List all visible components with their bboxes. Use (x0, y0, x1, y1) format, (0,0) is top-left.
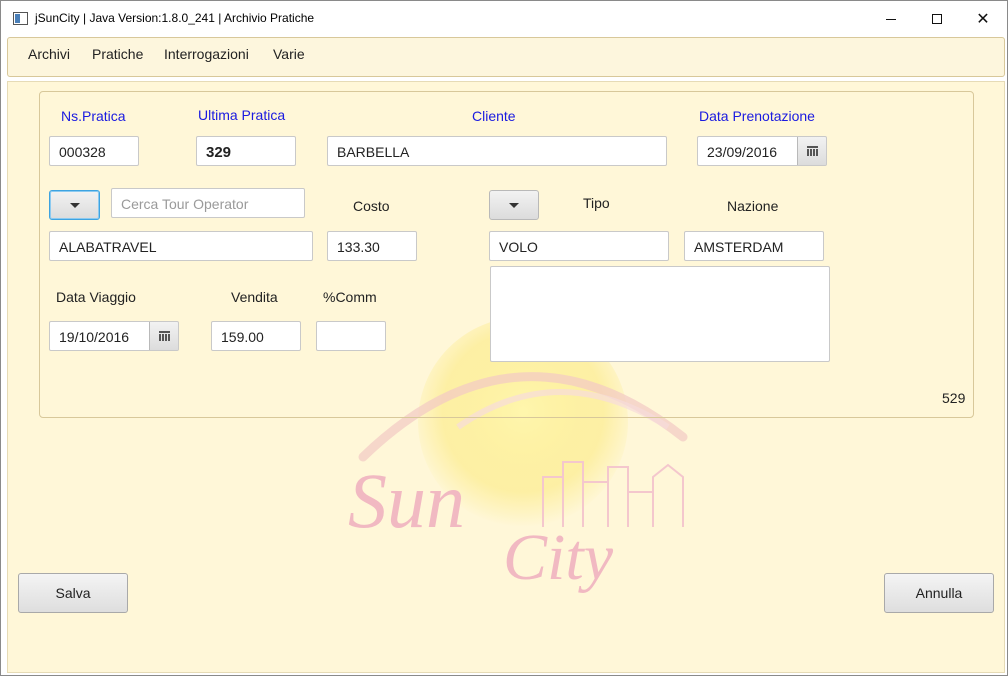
menu-bar: Archivi Pratiche Interrogazioni Varie (7, 37, 1005, 77)
chevron-down-icon (509, 202, 519, 208)
menu-archivi[interactable]: Archivi (24, 46, 74, 62)
minimize-icon (886, 18, 896, 20)
close-button[interactable]: ✕ (960, 1, 1006, 37)
tipo-field[interactable]: VOLO (489, 231, 669, 261)
menu-interrogazioni[interactable]: Interrogazioni (160, 46, 253, 62)
costo-label: Costo (353, 198, 390, 214)
tour-operator-search-input[interactable]: Cerca Tour Operator (111, 188, 305, 218)
chevron-down-icon (69, 202, 80, 208)
calendar-icon (806, 146, 818, 156)
vendita-field[interactable]: 159.00 (211, 321, 301, 351)
data-prenotazione-calendar-button[interactable] (797, 137, 826, 165)
ns-pratica-field[interactable]: 000328 (49, 136, 139, 166)
watermark-text-city: City (503, 521, 614, 594)
vendita-label: Vendita (231, 289, 278, 305)
pratica-form-group: Ns.Pratica 000328 Ultima Pratica 329 Cli… (39, 91, 974, 418)
tour-operator-field[interactable]: ALABATRAVEL (49, 231, 313, 261)
costo-field[interactable]: 133.30 (327, 231, 417, 261)
comm-field[interactable] (316, 321, 386, 351)
maximize-icon (932, 14, 942, 24)
comm-label: %Comm (323, 289, 377, 305)
calendar-icon (158, 331, 170, 341)
ultima-pratica-label: Ultima Pratica (198, 107, 286, 123)
main-panel: Sun City Ns.Pratica 000328 Ultima Pratic… (7, 81, 1005, 673)
nazione-label: Nazione (727, 198, 779, 214)
menu-pratiche[interactable]: Pratiche (88, 46, 147, 62)
tipo-label: Tipo (583, 195, 610, 211)
cancel-button[interactable]: Annulla (884, 573, 994, 613)
tour-operator-dropdown[interactable] (49, 190, 100, 220)
data-prenotazione-label: Data Prenotazione (699, 108, 815, 124)
tipo-dropdown[interactable] (489, 190, 539, 220)
title-bar: jSunCity | Java Version:1.8.0_241 | Arch… (1, 1, 1007, 37)
save-button[interactable]: Salva (18, 573, 128, 613)
cliente-field[interactable]: BARBELLA (327, 136, 667, 166)
data-viaggio-value: 19/10/2016 (59, 329, 130, 345)
maximize-button[interactable] (914, 1, 960, 37)
data-viaggio-calendar-button[interactable] (149, 322, 178, 350)
app-icon (13, 12, 28, 25)
record-counter: 529 (942, 390, 966, 406)
menu-varie[interactable]: Varie (269, 46, 309, 62)
data-prenotazione-value: 23/09/2016 (707, 144, 778, 160)
data-viaggio-picker[interactable]: 19/10/2016 (49, 321, 179, 351)
minimize-button[interactable] (868, 1, 914, 37)
app-window: jSunCity | Java Version:1.8.0_241 | Arch… (0, 0, 1008, 676)
cliente-label: Cliente (472, 108, 516, 124)
ultima-pratica-field[interactable]: 329 (196, 136, 296, 166)
data-prenotazione-picker[interactable]: 23/09/2016 (697, 136, 827, 166)
nazione-field[interactable]: AMSTERDAM (684, 231, 824, 261)
close-icon: ✕ (976, 11, 990, 28)
ns-pratica-label: Ns.Pratica (61, 108, 126, 124)
watermark-text-sun: Sun (348, 457, 465, 544)
data-viaggio-label: Data Viaggio (56, 289, 136, 305)
window-title: jSunCity | Java Version:1.8.0_241 | Arch… (35, 11, 315, 25)
note-textarea[interactable] (490, 266, 830, 362)
